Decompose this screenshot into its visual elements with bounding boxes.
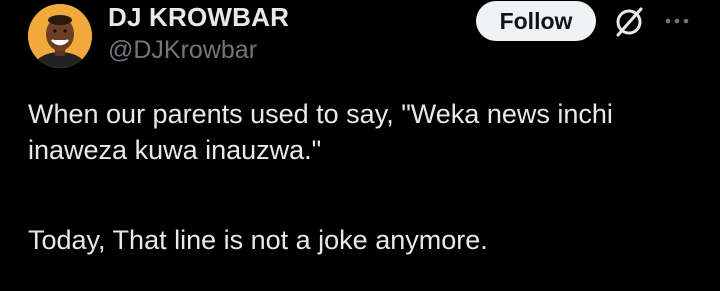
user-handle[interactable]: @DJKrowbar [108, 36, 257, 65]
grok-icon[interactable] [612, 5, 646, 39]
tweet-line: Today, That line is not a joke anymore. [28, 225, 488, 255]
more-dots-icon[interactable] [664, 7, 690, 35]
tweet-text: When our parents used to say, "Weka news… [28, 96, 698, 258]
tweet-line: When our parents used to say, "Weka news… [28, 99, 613, 129]
avatar-image [28, 4, 92, 68]
tweet-card: DJ KROWBAR @DJKrowbar Follow When our pa… [0, 0, 720, 291]
tweet-line: inaweza kuwa inauzwa." [28, 135, 322, 165]
follow-button[interactable]: Follow [476, 1, 596, 41]
avatar[interactable] [28, 4, 92, 68]
display-name[interactable]: DJ KROWBAR [108, 2, 289, 33]
